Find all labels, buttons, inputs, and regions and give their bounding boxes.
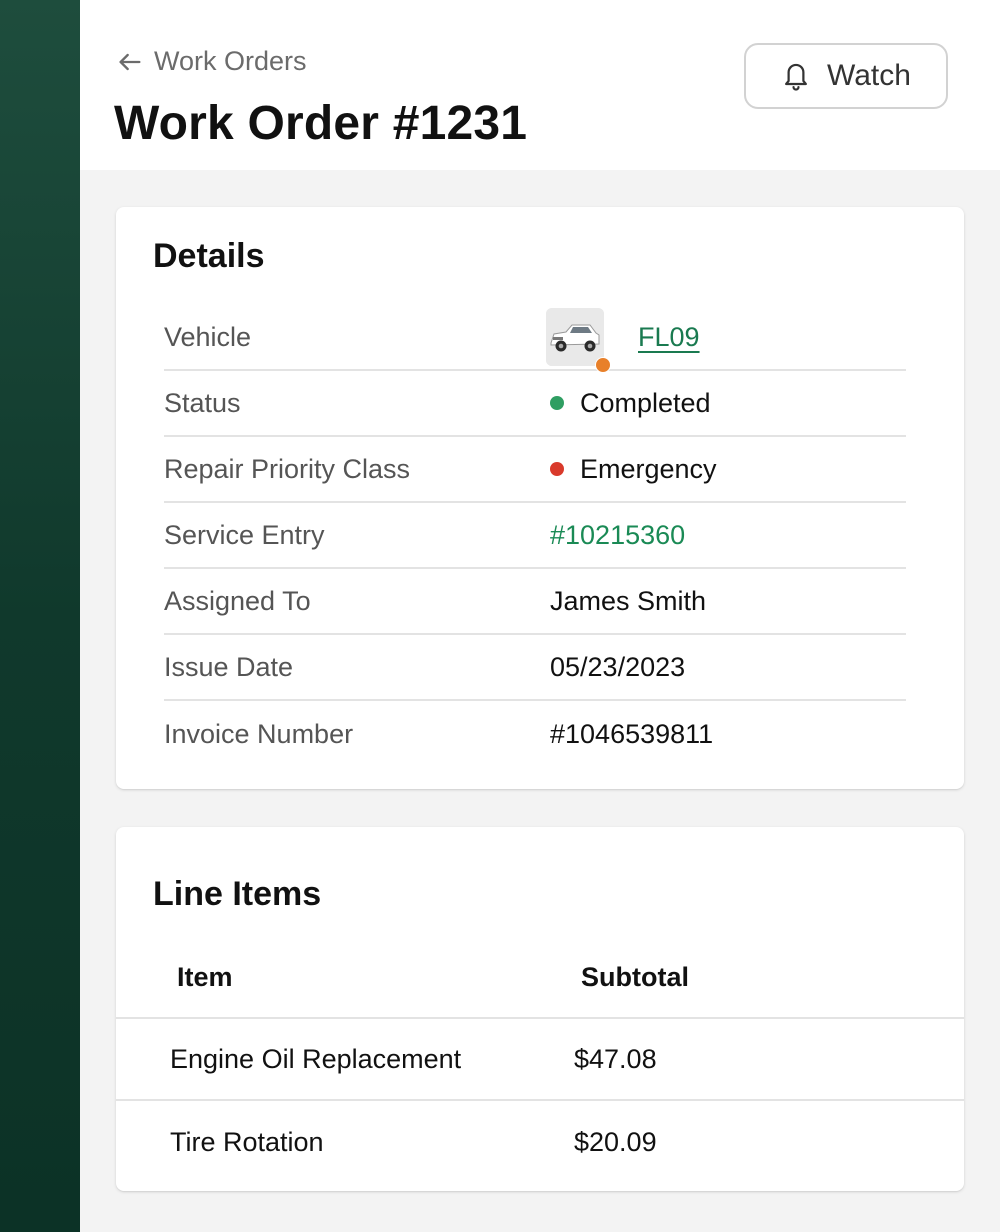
detail-value-priority: Emergency bbox=[550, 454, 717, 485]
truck-icon bbox=[546, 308, 604, 366]
page-title: Work Order #1231 bbox=[114, 97, 528, 150]
bell-icon bbox=[785, 63, 808, 91]
line-item-subtotal: $47.08 bbox=[574, 1043, 657, 1074]
line-item-name: Engine Oil Replacement bbox=[170, 1043, 462, 1074]
detail-row-service-entry: Service Entry #10215360 bbox=[164, 503, 906, 569]
details-card: Details Vehicle FL09 Status Completed Re… bbox=[116, 207, 964, 789]
detail-value-vehicle: FL09 bbox=[546, 308, 700, 373]
line-items-card: Line Items Item Subtotal Engine Oil Repl… bbox=[116, 827, 964, 1191]
detail-row-issue-date: Issue Date 05/23/2023 bbox=[164, 635, 906, 701]
service-entry-link[interactable]: #10215360 bbox=[550, 520, 685, 551]
detail-label: Repair Priority Class bbox=[164, 453, 411, 484]
breadcrumb-work-orders[interactable]: Work Orders bbox=[116, 46, 307, 77]
priority-text: Emergency bbox=[580, 453, 717, 484]
detail-value-status: Completed bbox=[550, 388, 711, 419]
detail-label: Service Entry bbox=[164, 519, 325, 550]
vehicle-thumbnail[interactable] bbox=[546, 308, 611, 373]
table-row[interactable]: Engine Oil Replacement $47.08 bbox=[116, 1019, 964, 1101]
assigned-to-value: James Smith bbox=[550, 585, 707, 616]
status-text: Completed bbox=[580, 387, 711, 418]
main-content: Work Orders Work Order #1231 Watch Detai… bbox=[80, 0, 1000, 1232]
details-title: Details bbox=[153, 237, 265, 275]
page-header: Work Orders Work Order #1231 Watch bbox=[80, 0, 1000, 170]
status-dot bbox=[550, 396, 564, 410]
detail-row-invoice-number: Invoice Number #1046539811 bbox=[164, 701, 906, 767]
arrow-left-icon bbox=[119, 53, 141, 70]
detail-label: Status bbox=[164, 387, 241, 418]
column-header-item[interactable]: Item bbox=[116, 962, 520, 993]
watch-label: Watch bbox=[827, 59, 911, 92]
vehicle-link[interactable]: FL09 bbox=[638, 322, 700, 353]
issue-date-value: 05/23/2023 bbox=[550, 651, 686, 682]
detail-label: Issue Date bbox=[164, 651, 294, 682]
detail-row-priority: Repair Priority Class Emergency bbox=[164, 437, 906, 503]
detail-label: Assigned To bbox=[164, 585, 311, 616]
detail-row-status: Status Completed bbox=[164, 371, 906, 437]
line-item-name: Tire Rotation bbox=[170, 1126, 324, 1157]
line-item-subtotal: $20.09 bbox=[574, 1126, 657, 1157]
table-row[interactable]: Tire Rotation $20.09 bbox=[116, 1101, 964, 1183]
invoice-number-value: #1046539811 bbox=[550, 718, 714, 749]
watch-button[interactable]: Watch bbox=[744, 43, 948, 109]
line-items-table-header: Item Subtotal bbox=[116, 937, 964, 1019]
app-sidebar bbox=[0, 0, 80, 1232]
detail-row-vehicle: Vehicle FL09 bbox=[164, 305, 906, 373]
breadcrumb-label: Work Orders bbox=[154, 46, 307, 76]
priority-dot bbox=[550, 462, 564, 476]
line-items-title: Line Items bbox=[153, 875, 322, 913]
detail-label: Vehicle bbox=[164, 321, 252, 352]
detail-row-assigned-to: Assigned To James Smith bbox=[164, 569, 906, 635]
detail-label: Invoice Number bbox=[164, 718, 354, 749]
column-header-subtotal[interactable]: Subtotal bbox=[520, 962, 689, 993]
